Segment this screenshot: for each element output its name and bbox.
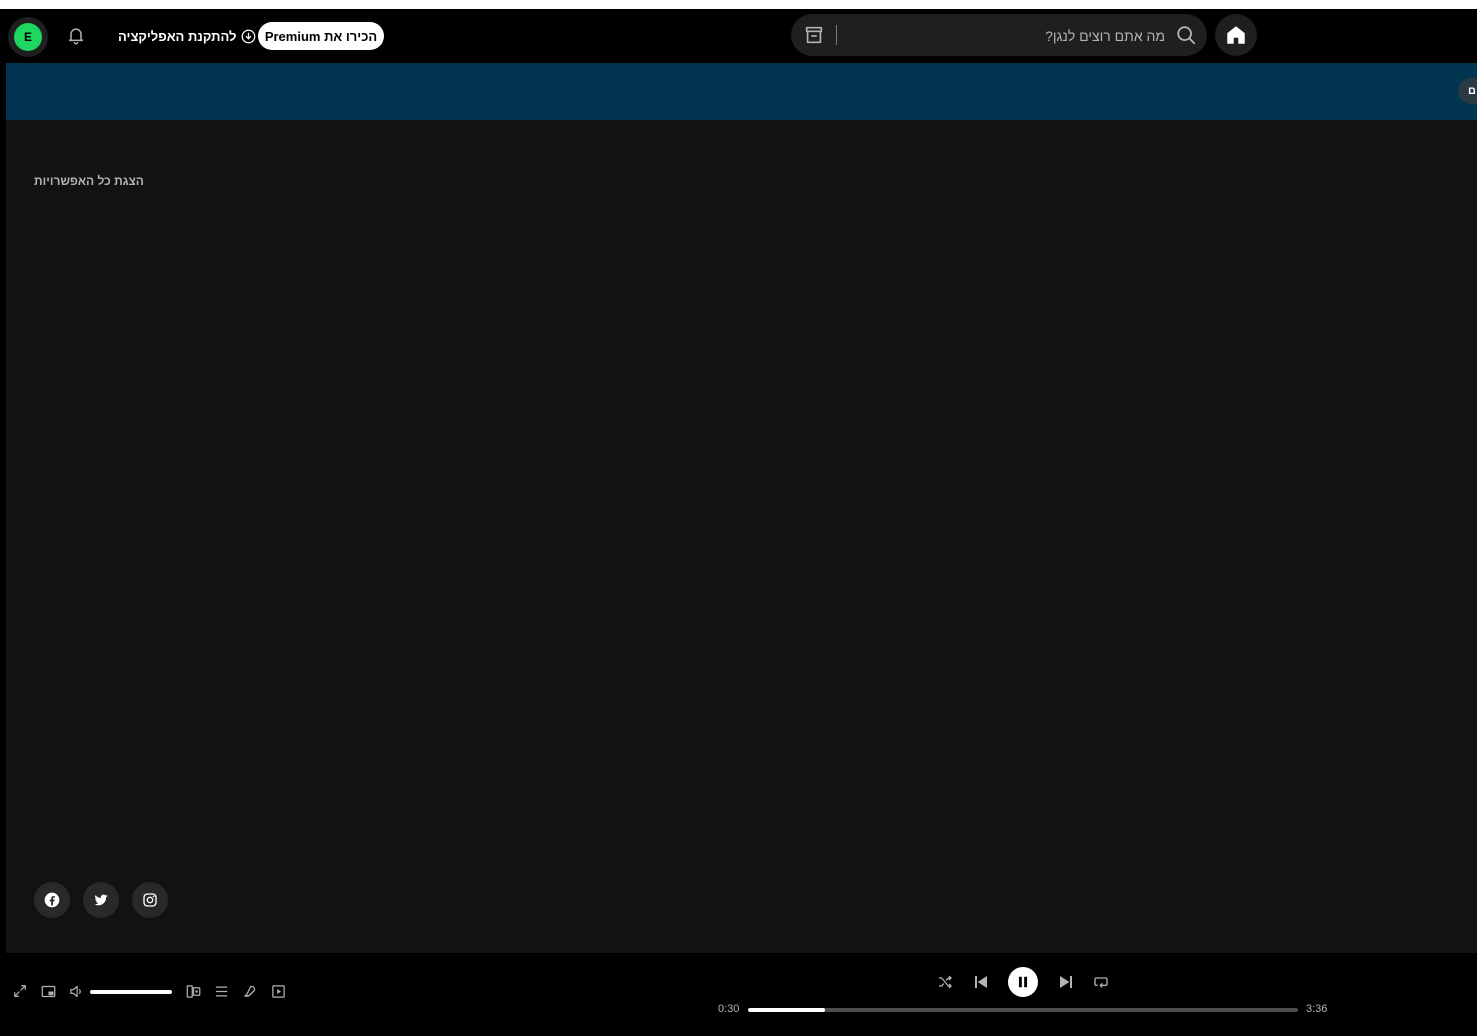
instagram-button[interactable] bbox=[132, 882, 168, 918]
previous-button[interactable] bbox=[971, 972, 991, 992]
home-button[interactable] bbox=[1215, 14, 1257, 56]
twitter-button[interactable] bbox=[83, 882, 119, 918]
search-divider bbox=[836, 25, 837, 45]
instagram-icon bbox=[143, 893, 157, 907]
top-banner: ם bbox=[6, 63, 1477, 120]
now-playing-view-button[interactable] bbox=[269, 982, 287, 1000]
banner-pill-button[interactable]: ם bbox=[1458, 78, 1477, 104]
install-app-label: להתקנת האפליקציה bbox=[118, 28, 237, 44]
volume-slider[interactable] bbox=[90, 990, 172, 994]
search-input[interactable] bbox=[843, 23, 1167, 49]
connect-device-button[interactable] bbox=[184, 982, 202, 1000]
fullscreen-icon bbox=[14, 985, 26, 997]
main-content: ם הצגת כל האפשרויות bbox=[6, 63, 1477, 953]
facebook-button[interactable] bbox=[34, 882, 70, 918]
queue-icon bbox=[215, 986, 227, 996]
elapsed-time: 0:30 bbox=[718, 1003, 740, 1015]
avatar: E bbox=[14, 23, 42, 51]
facebook-icon bbox=[44, 892, 60, 908]
miniplayer-icon bbox=[41, 985, 55, 997]
repeat-button[interactable] bbox=[1091, 972, 1111, 992]
track-duration: 3:36 bbox=[1306, 1003, 1328, 1015]
repeat-icon bbox=[1094, 977, 1108, 988]
devices-icon bbox=[186, 984, 200, 998]
search-box[interactable] bbox=[791, 14, 1207, 56]
window-top-strip bbox=[0, 0, 1477, 9]
miniplayer-button[interactable] bbox=[39, 982, 57, 1000]
home-icon bbox=[1227, 26, 1245, 44]
profile-button[interactable]: E bbox=[8, 17, 48, 57]
search-icon bbox=[1177, 26, 1196, 45]
fullscreen-button[interactable] bbox=[11, 982, 29, 1000]
playback-progress-fill bbox=[748, 1008, 825, 1012]
twitter-icon bbox=[94, 894, 108, 906]
show-all-link[interactable]: הצגת כל האפשרויות bbox=[34, 174, 144, 188]
download-icon bbox=[242, 29, 256, 43]
notifications-button[interactable] bbox=[66, 25, 86, 45]
shuffle-button[interactable] bbox=[935, 972, 955, 992]
pause-icon bbox=[1018, 976, 1028, 988]
volume-slider-fill bbox=[90, 990, 172, 994]
now-playing-icon bbox=[271, 984, 285, 998]
top-bar: הכירו את Premium להתקנת האפליקציה E bbox=[0, 9, 1477, 63]
browse-icon[interactable] bbox=[803, 24, 825, 46]
bell-icon bbox=[69, 28, 83, 45]
shuffle-icon bbox=[939, 975, 952, 989]
pause-button[interactable] bbox=[1008, 967, 1038, 997]
next-button[interactable] bbox=[1056, 972, 1076, 992]
mute-button[interactable] bbox=[67, 982, 85, 1000]
volume-icon bbox=[69, 985, 81, 997]
lyrics-button[interactable] bbox=[240, 982, 258, 1000]
microphone-icon bbox=[243, 985, 255, 997]
playback-progress-bar[interactable] bbox=[748, 1008, 1298, 1012]
skip-forward-icon bbox=[1060, 976, 1072, 988]
queue-button[interactable] bbox=[212, 982, 230, 1000]
skip-back-icon bbox=[975, 976, 987, 988]
install-app-link[interactable]: להתקנת האפליקציה bbox=[118, 27, 256, 45]
premium-button[interactable]: הכירו את Premium bbox=[258, 22, 384, 50]
player-bar: 0:30 3:36 bbox=[0, 953, 1477, 1036]
